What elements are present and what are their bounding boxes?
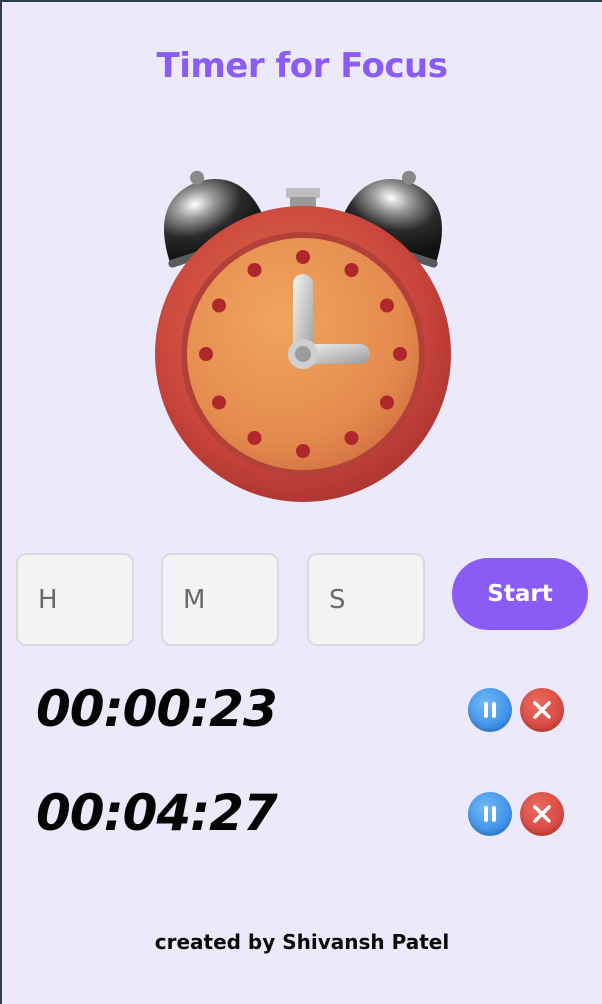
footer-credit: created by Shivansh Patel xyxy=(154,930,450,954)
hours-input[interactable] xyxy=(16,553,134,646)
page-title: Timer for Focus xyxy=(156,46,449,86)
timer-app: Timer for Focus H M S Start 00:00:23 00:… xyxy=(2,2,602,1004)
pause-button[interactable] xyxy=(468,688,512,732)
pause-icon xyxy=(484,702,496,718)
minutes-input[interactable] xyxy=(161,553,279,646)
seconds-input[interactable] xyxy=(307,553,425,646)
alarm-clock-illustration xyxy=(150,164,456,510)
pause-button[interactable] xyxy=(468,792,512,836)
remove-timer-button[interactable] xyxy=(520,792,564,836)
close-icon xyxy=(533,701,551,719)
close-icon xyxy=(533,805,551,823)
timer-row: 00:04:27 xyxy=(36,773,576,853)
timer-time: 00:00:23 xyxy=(36,680,278,738)
timer-row: 00:00:23 xyxy=(36,669,576,749)
remove-timer-button[interactable] xyxy=(520,688,564,732)
alarm-clock-icon xyxy=(155,170,451,502)
pause-icon xyxy=(484,806,496,822)
timer-time: 00:04:27 xyxy=(36,784,278,842)
start-button[interactable]: Start xyxy=(452,558,588,630)
